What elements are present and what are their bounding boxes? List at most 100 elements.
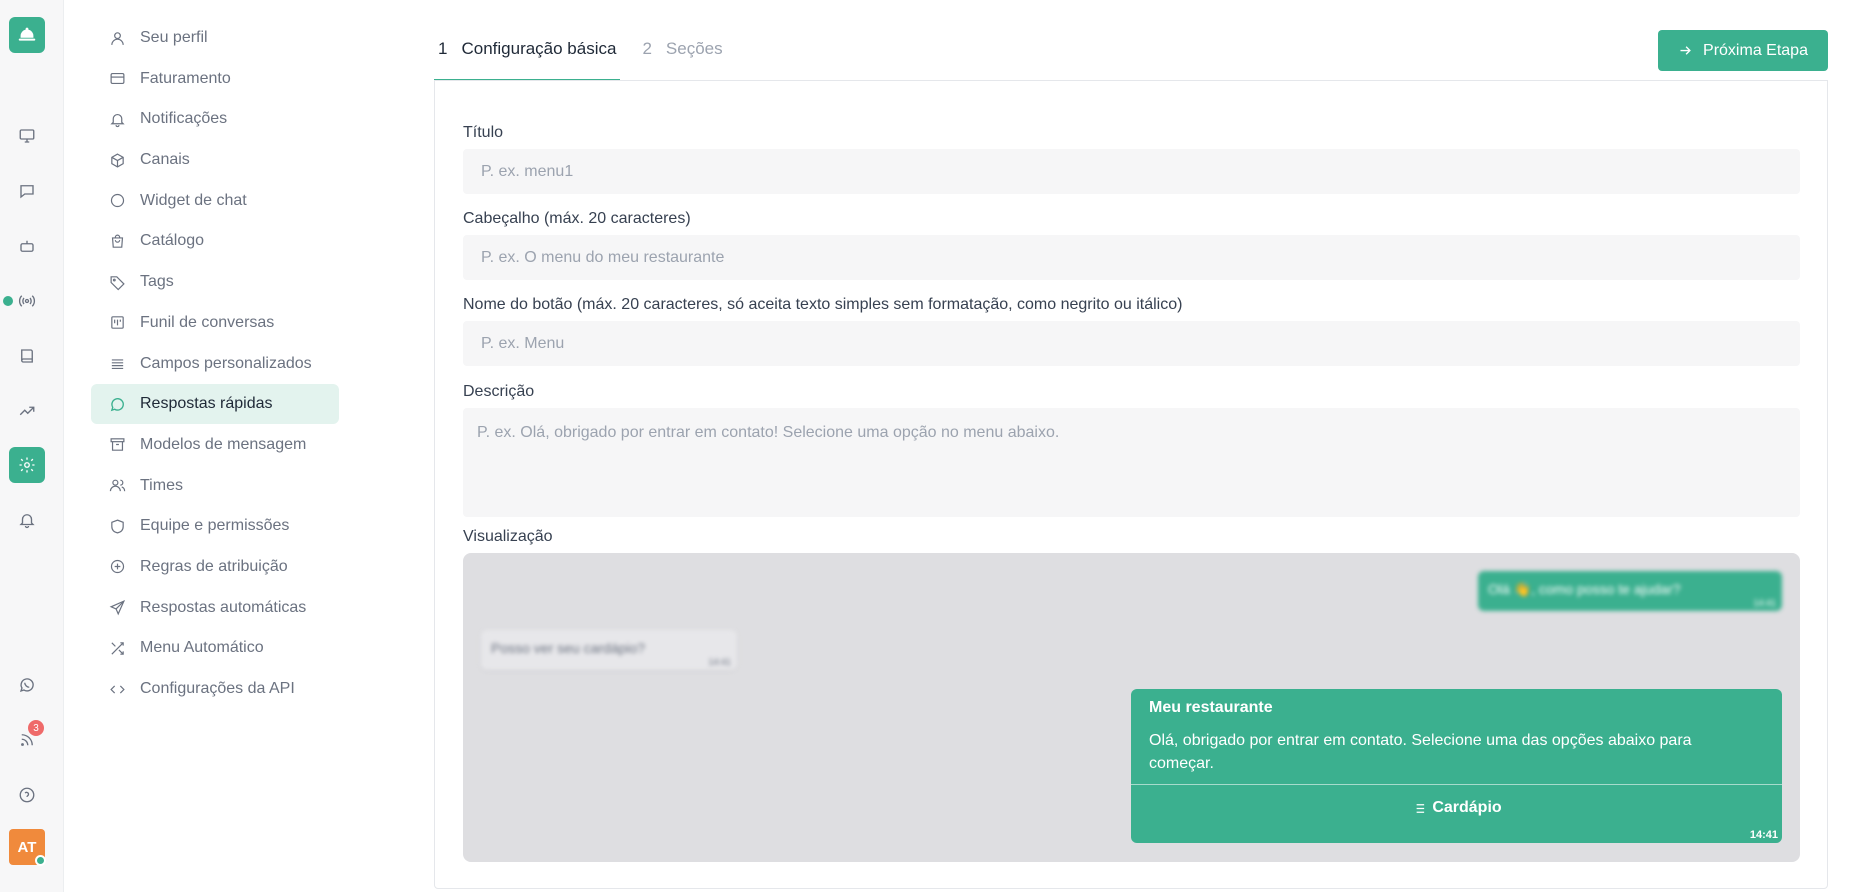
settings-nav: Seu perfil Faturamento Notificações Cana…	[91, 18, 339, 710]
menu-header-text: Meu restaurante	[1149, 699, 1273, 716]
nav-item-label: Seu perfil	[140, 29, 208, 46]
chat-icon[interactable]	[9, 173, 45, 209]
nav-item-label: Funil de conversas	[140, 313, 275, 331]
book-icon[interactable]	[9, 338, 45, 374]
menu-message-time: 14:41	[1749, 829, 1778, 841]
nav-item-label: Campos personalizados	[140, 354, 312, 372]
nav-item-label: Menu Automático	[140, 639, 264, 657]
icon-rail: 3 AT	[0, 0, 64, 892]
bell-icon	[110, 113, 125, 127]
list-icon	[1413, 803, 1425, 813]
box-icon	[111, 152, 124, 168]
notification-badge: 3	[28, 720, 44, 736]
form-card: Título P. ex. menu1 Cabeçalho (máx. 20 c…	[434, 80, 1828, 889]
nav-item-regras-de-atribuicao[interactable]: Regras de atribuição	[91, 547, 339, 587]
nav-item-label: Respostas rápidas	[140, 395, 273, 413]
menu-body-text: Olá, obrigado por entrar em contato. Sel…	[1149, 732, 1692, 772]
nav-item-equipe-e-permissoes[interactable]: Equipe e permissões	[91, 506, 339, 546]
nav-item-label: Modelos de mensagem	[140, 435, 307, 453]
incoming-message-time: 14:41	[708, 657, 731, 667]
title-input[interactable]: P. ex. menu1	[463, 149, 1800, 194]
menu-list-button[interactable]: Cardápio	[1131, 785, 1782, 831]
broadcast-icon[interactable]	[9, 283, 45, 319]
shuffle-icon	[111, 642, 124, 655]
credit-card-icon	[110, 73, 125, 85]
nav-item-label: Widget de chat	[140, 191, 247, 209]
kanban-icon	[111, 316, 124, 330]
nav-item-label: Times	[140, 476, 183, 494]
tab-number: 2	[642, 39, 652, 58]
outgoing-message-bubble: Olá 👋, como posso te ajudar? 14:41	[1478, 571, 1782, 611]
nav-item-label: Regras de atribuição	[140, 557, 288, 575]
arrow-right-icon	[1680, 46, 1691, 55]
incoming-message-text: Posso ver seu cardápio?	[491, 640, 646, 656]
nav-item-label: Catálogo	[140, 232, 205, 250]
nav-item-catalogo[interactable]: Catálogo	[91, 221, 339, 261]
header-label: Cabeçalho (máx. 20 caracteres)	[463, 210, 691, 227]
settings-icon[interactable]	[9, 447, 45, 483]
menu-button-label: Cardápio	[1432, 799, 1502, 816]
tab-secoes[interactable]: 2 Seções	[638, 28, 726, 81]
button-name-label: Nome do botão (máx. 20 caracteres, só ac…	[463, 296, 1183, 313]
outgoing-message-text: Olá 👋, como posso te ajudar?	[1488, 581, 1681, 597]
nav-item-label: Notificações	[140, 110, 228, 128]
bot-icon[interactable]	[9, 228, 45, 264]
bell-icon[interactable]	[9, 502, 45, 538]
next-step-label: Próxima Etapa	[1703, 41, 1808, 59]
monitor-icon[interactable]	[9, 118, 45, 154]
next-step-button[interactable]: Próxima Etapa	[1658, 30, 1828, 71]
message-circle-icon	[110, 397, 124, 411]
online-status-dot	[35, 855, 46, 866]
tab-label: Seções	[665, 39, 723, 58]
nav-item-label: Tags	[140, 273, 174, 291]
nav-item-canais[interactable]: Canais	[91, 140, 339, 180]
tab-number: 1	[438, 39, 448, 58]
nav-item-modelos-de-mensagem[interactable]: Modelos de mensagem	[91, 425, 339, 465]
button-name-input[interactable]: P. ex. Menu	[463, 321, 1800, 366]
description-label: Descrição	[463, 383, 535, 400]
nav-item-seu-perfil[interactable]: Seu perfil	[91, 18, 339, 58]
nav-item-label: Equipe e permissões	[140, 517, 290, 535]
nav-item-menu-automatico[interactable]: Menu Automático	[91, 628, 339, 668]
list-icon	[111, 359, 124, 370]
nav-item-notificacoes[interactable]: Notificações	[91, 99, 339, 139]
send-icon	[109, 600, 126, 616]
user-icon	[111, 31, 124, 45]
bell-logo-icon[interactable]	[9, 17, 45, 53]
code-icon	[110, 685, 125, 693]
plus-circle-icon	[110, 560, 125, 574]
nav-item-faturamento[interactable]: Faturamento	[91, 59, 339, 99]
menu-message-bubble: Meu restaurante Olá, obrigado por entrar…	[1131, 689, 1782, 843]
shield-icon	[111, 519, 124, 534]
archive-icon	[110, 438, 125, 452]
incoming-message-bubble: Posso ver seu cardápio? 14:41	[481, 630, 737, 670]
outgoing-message-time: 14:41	[1753, 598, 1776, 608]
description-textarea[interactable]: P. ex. Olá, obrigado por entrar em conta…	[463, 408, 1800, 517]
nav-item-label: Canais	[140, 151, 190, 169]
shopping-bag-icon	[111, 234, 124, 248]
title-label: Título	[463, 124, 504, 141]
main-content: 1 Configuração básica 2 Seções Próxima E…	[434, 0, 1828, 892]
help-icon[interactable]	[9, 777, 45, 813]
nav-item-widget-de-chat[interactable]: Widget de chat	[91, 181, 339, 221]
users-icon	[109, 479, 126, 492]
nav-item-respostas-rapidas[interactable]: Respostas rápidas	[91, 384, 339, 425]
nav-item-configuracoes-da-api[interactable]: Configurações da API	[91, 669, 339, 709]
nav-item-label: Respostas automáticas	[140, 598, 307, 616]
nav-item-tags[interactable]: Tags	[91, 262, 339, 302]
nav-item-label: Configurações da API	[140, 680, 295, 697]
nav-item-times[interactable]: Times	[91, 466, 339, 506]
trending-icon[interactable]	[9, 393, 45, 429]
tab-label: Configuração básica	[461, 39, 617, 58]
tab-configuracao-basica[interactable]: 1 Configuração básica	[434, 28, 621, 81]
nav-item-campos-personalizados[interactable]: Campos personalizados	[91, 344, 339, 384]
whatsapp-icon[interactable]	[9, 667, 45, 703]
message-preview: Olá 👋, como posso te ajudar? 14:41 Posso…	[463, 553, 1800, 862]
app-root: 3 AT Seu perfil Faturamento Notificações…	[0, 0, 1872, 892]
nav-item-respostas-automaticas[interactable]: Respostas automáticas	[91, 588, 339, 628]
preview-label: Visualização	[463, 528, 553, 545]
circle-icon	[110, 194, 125, 208]
tag-icon	[110, 275, 125, 291]
nav-item-funil-de-conversas[interactable]: Funil de conversas	[91, 303, 339, 343]
header-input[interactable]: P. ex. O menu do meu restaurante	[463, 235, 1800, 280]
